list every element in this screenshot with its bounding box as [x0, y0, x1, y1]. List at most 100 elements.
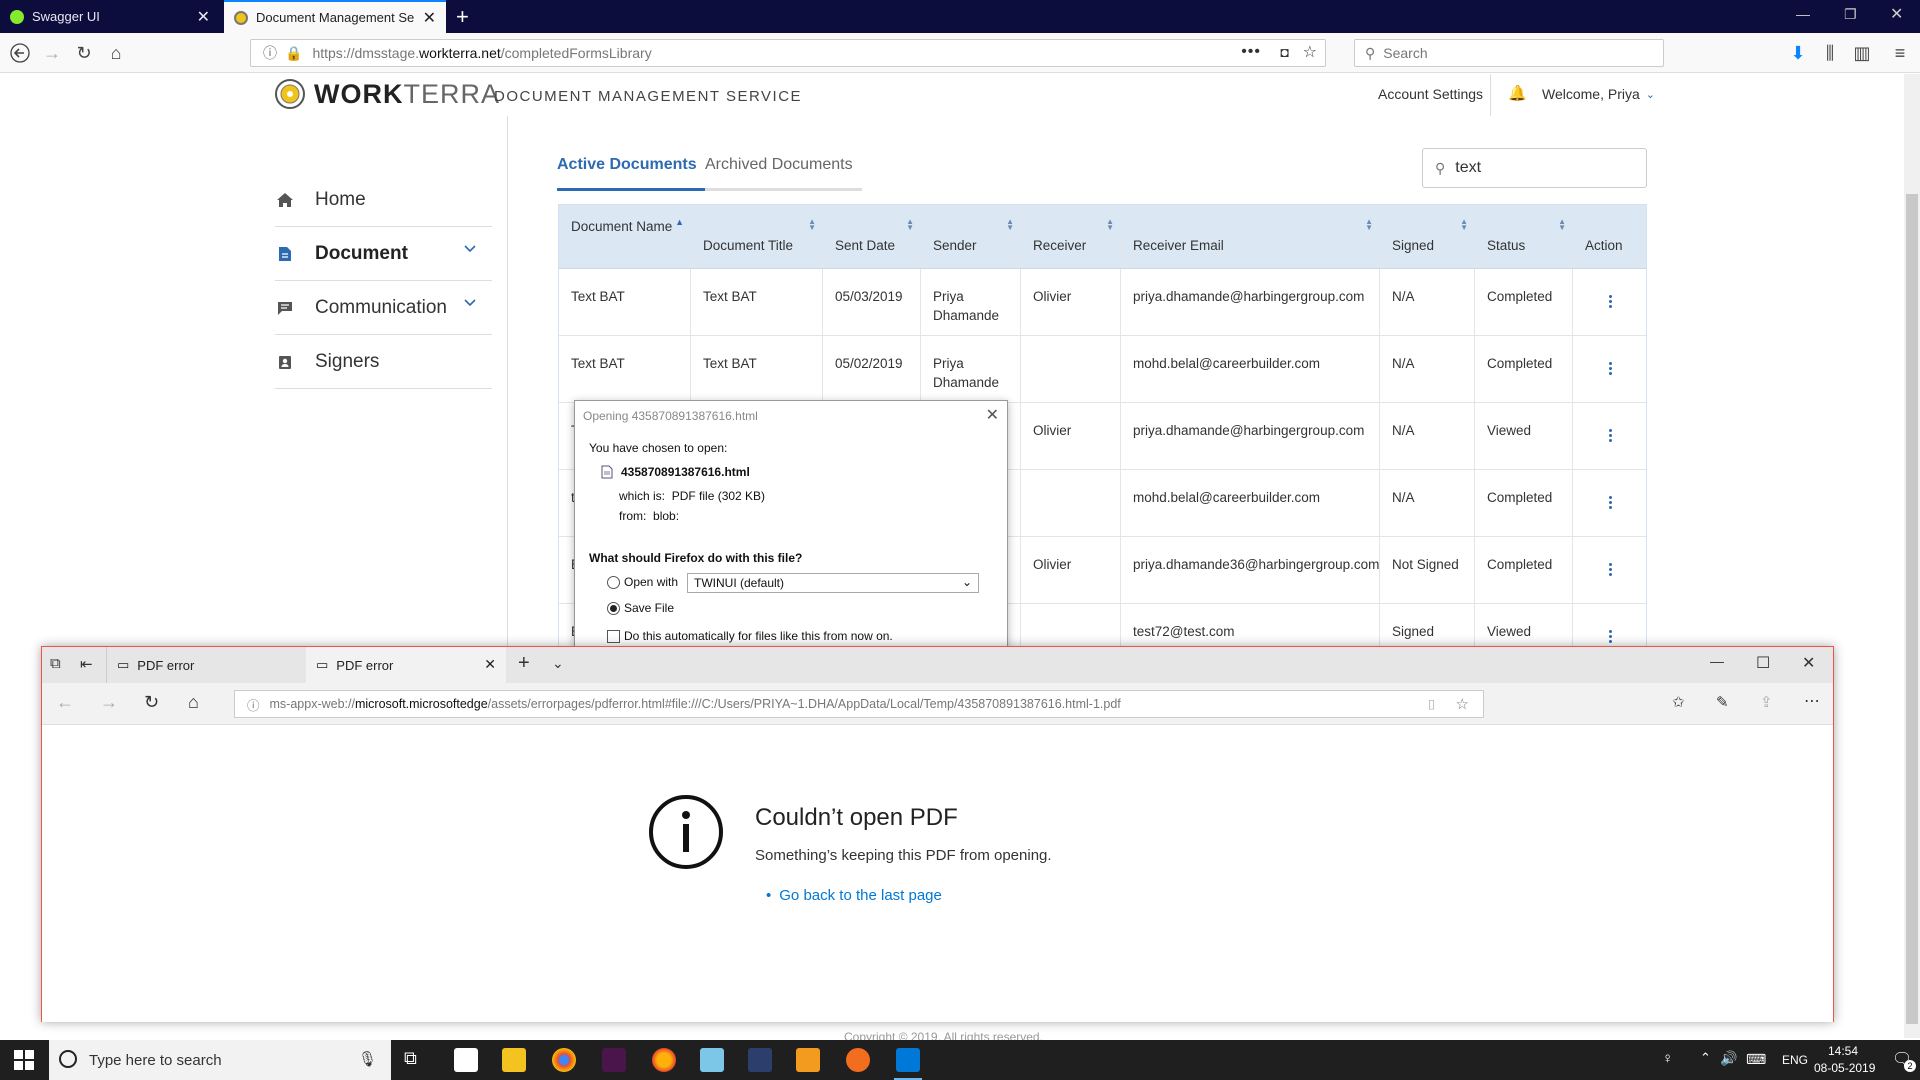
library-icon[interactable]: ⫼	[1818, 41, 1842, 65]
sidebar-icon[interactable]: ▥	[1850, 41, 1874, 65]
tab-archived-documents[interactable]: Archived Documents	[705, 156, 853, 184]
header-sender[interactable]: Sender ▲ ▼	[921, 205, 1021, 268]
visual-studio-icon[interactable]	[748, 1048, 772, 1072]
save-file-radio[interactable]	[607, 601, 620, 615]
save-file-option[interactable]: Save File	[607, 601, 674, 615]
auto-checkbox[interactable]	[607, 629, 620, 643]
sidebar-item-document[interactable]: Document	[275, 227, 492, 281]
close-window-icon[interactable]: ✕	[1890, 4, 1903, 24]
open-with-option[interactable]: Open with	[607, 575, 678, 589]
web-note-icon[interactable]: ✎	[1716, 693, 1729, 711]
maximize-icon[interactable]: ☐	[1756, 653, 1770, 673]
chrome-icon[interactable]	[552, 1048, 576, 1072]
header-document-name[interactable]: Document Name ▲	[559, 205, 691, 268]
more-icon[interactable]: ⋯	[1804, 691, 1820, 711]
bookmark-star-icon[interactable]: ☆	[1303, 42, 1317, 62]
taskbar-search-box[interactable]: Type here to search 🎙	[49, 1040, 391, 1080]
refresh-icon[interactable]: ↻	[144, 692, 159, 713]
share-icon[interactable]: ⇪	[1760, 693, 1773, 711]
header-receiver[interactable]: Receiver ▲ ▼	[1021, 205, 1121, 268]
forward-icon[interactable]: →	[100, 692, 118, 713]
slack-icon[interactable]	[602, 1048, 626, 1072]
new-tab-icon[interactable]: +	[518, 652, 530, 675]
pocket-icon[interactable]: ◘	[1281, 44, 1289, 60]
firefox-icon[interactable]	[652, 1048, 676, 1072]
header-signed[interactable]: Signed ▲ ▼	[1380, 205, 1475, 268]
close-tab-icon[interactable]: ✕	[197, 7, 210, 27]
keyboard-icon[interactable]: ⌨	[1746, 1051, 1766, 1068]
open-with-radio[interactable]	[607, 575, 620, 589]
editor-icon[interactable]	[700, 1048, 724, 1072]
welcome-user-menu[interactable]: Welcome, Priya ⌄	[1542, 86, 1655, 102]
task-view-icon[interactable]: ⧉	[404, 1048, 428, 1072]
tab-preview-icon[interactable]: ⧉	[50, 655, 61, 672]
page-actions-icon[interactable]: •••	[1241, 43, 1261, 61]
minimize-icon[interactable]: —	[1710, 653, 1724, 669]
downloads-icon[interactable]: ⬇	[1786, 41, 1810, 65]
auto-option[interactable]: Do this automatically for files like thi…	[607, 629, 893, 643]
table-row[interactable]: Text BAT Text BAT 05/02/2019 Priya Dhamande…	[559, 336, 1646, 403]
back-icon[interactable]: ←	[56, 692, 74, 713]
go-back-link[interactable]: • Go back to the last page	[766, 887, 942, 904]
people-icon[interactable]: ♀	[1662, 1050, 1673, 1067]
new-tab-icon[interactable]: +	[456, 4, 469, 30]
notification-bell-icon[interactable]: 🔔	[1508, 84, 1527, 102]
close-tab-icon[interactable]: ✕	[423, 8, 436, 28]
reading-view-icon[interactable]: ▯	[1428, 696, 1435, 711]
file-explorer-icon[interactable]	[502, 1048, 526, 1072]
microphone-icon[interactable]: 🎙	[358, 1050, 377, 1068]
media-player-icon[interactable]	[796, 1048, 820, 1072]
mail-icon[interactable]	[454, 1048, 478, 1072]
home-icon[interactable]: ⌂	[188, 692, 199, 713]
minimize-icon[interactable]: —	[1796, 6, 1810, 22]
edge-icon[interactable]	[896, 1048, 920, 1072]
chevron-down-icon[interactable]: ⌄	[552, 655, 564, 672]
close-tab-icon[interactable]: ✕	[484, 656, 496, 673]
address-bar[interactable]: ⓘ 🔒 https://dmsstage. workterra.net/compl…	[250, 39, 1326, 67]
tab-swagger[interactable]: Swagger UI ✕	[0, 0, 220, 33]
document-search-input[interactable]: ⚲ text	[1422, 148, 1647, 188]
scrollbar-thumb[interactable]	[1906, 194, 1918, 1024]
edge-tab-1[interactable]: ▭ PDF error	[106, 647, 306, 683]
tab-document-management[interactable]: Document Management Servic ✕	[224, 0, 446, 33]
favorite-star-icon[interactable]: ☆	[1456, 695, 1469, 713]
sidebar-item-home[interactable]: Home	[275, 173, 492, 227]
menu-icon[interactable]: ≡	[1888, 41, 1912, 65]
reload-icon[interactable]: ↻	[72, 41, 96, 65]
firefox-search-box[interactable]: ⚲ Search	[1354, 39, 1664, 67]
home-icon[interactable]: ⌂	[104, 41, 128, 65]
volume-icon[interactable]: 🔊	[1720, 1050, 1737, 1067]
table-row[interactable]: Text BAT Text BAT 05/03/2019 Priya Dhamande…	[559, 269, 1646, 336]
more-actions-icon[interactable]	[1608, 429, 1613, 444]
back-icon[interactable]	[8, 41, 32, 65]
more-actions-icon[interactable]	[1608, 630, 1613, 645]
close-window-icon[interactable]: ✕	[1802, 653, 1815, 673]
header-receiver-email[interactable]: Receiver Email ▲ ▼	[1121, 205, 1380, 268]
edge-address-bar[interactable]: ⓘ ms-appx-web://microsoft.microsoftedge /…	[234, 690, 1484, 718]
edge-tab-2[interactable]: ▭ PDF error ✕	[306, 647, 506, 683]
more-actions-icon[interactable]	[1608, 295, 1613, 310]
sidebar-item-signers[interactable]: Signers	[275, 335, 492, 389]
header-sent-date[interactable]: Sent Date ▲ ▼	[823, 205, 921, 268]
close-icon[interactable]: ✕	[986, 405, 999, 425]
clock-time[interactable]: 14:54	[1828, 1044, 1858, 1058]
account-settings-link[interactable]: Account Settings	[1378, 86, 1483, 102]
show-hidden-icons-icon[interactable]: ⌃	[1700, 1050, 1711, 1066]
header-status[interactable]: Status ▲ ▼	[1475, 205, 1573, 268]
sidebar-item-communication[interactable]: Communication	[275, 281, 492, 335]
favorites-hub-icon[interactable]: ✩	[1672, 693, 1685, 711]
forward-icon[interactable]: →	[40, 41, 64, 65]
language-indicator[interactable]: ENG	[1782, 1053, 1808, 1067]
page-scrollbar[interactable]	[1904, 74, 1920, 1038]
set-tabs-aside-icon[interactable]: ⇤	[80, 655, 93, 673]
header-document-title[interactable]: Document Title ▲ ▼	[691, 205, 823, 268]
app-flame-icon[interactable]	[846, 1048, 870, 1072]
restore-icon[interactable]: ❐	[1844, 6, 1857, 23]
more-actions-icon[interactable]	[1608, 496, 1613, 511]
tab-active-documents[interactable]: Active Documents	[557, 156, 697, 184]
clock-date[interactable]: 08-05-2019	[1814, 1061, 1875, 1075]
windows-start-icon[interactable]	[14, 1050, 34, 1070]
more-actions-icon[interactable]	[1608, 563, 1613, 578]
more-actions-icon[interactable]	[1608, 362, 1613, 377]
open-with-select[interactable]: TWINUI (default) ⌄	[687, 573, 979, 593]
